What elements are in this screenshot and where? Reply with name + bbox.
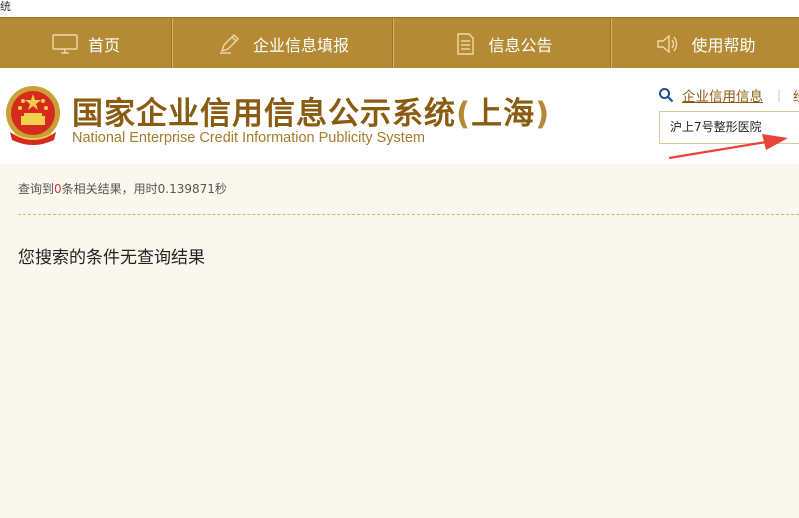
site-title-main: 国家企业信用信息公示系统: [72, 96, 456, 132]
document-icon: [452, 32, 478, 55]
nav-enterprise-report[interactable]: 企业信息填报: [173, 18, 394, 69]
main-nav: 首页 企业信息填报 信息公告 使用帮助: [0, 17, 799, 69]
more-link[interactable]: 经: [793, 86, 799, 105]
nav-help-label: 使用帮助: [691, 35, 756, 55]
nav-enterprise-report-label: 企业信息填报: [252, 35, 349, 55]
site-title-en: National Enterprise Credit Information P…: [72, 130, 425, 146]
nav-home-label: 首页: [87, 35, 120, 55]
result-count-number: 0: [54, 182, 62, 196]
nav-help[interactable]: 使用帮助: [612, 18, 799, 69]
no-result-message: 您搜索的条件无查询结果: [18, 248, 205, 268]
red-arrow-annotation: [668, 134, 788, 160]
site-title-paren-open: (: [456, 96, 472, 132]
nav-announcements[interactable]: 信息公告: [394, 18, 612, 69]
dashed-divider: [18, 214, 799, 215]
search-icon: [659, 88, 674, 103]
link-separator: |: [777, 88, 782, 102]
search-type-bar: 企业信用信息 | 经: [658, 85, 799, 105]
result-count: 查询到0条相关结果，用时0.139871秒: [18, 180, 227, 197]
result-count-prefix: 查询到: [18, 182, 55, 196]
pen-icon: [217, 33, 243, 55]
nav-home[interactable]: 首页: [0, 18, 173, 69]
result-count-suffix: 条相关结果，用时0.139871秒: [61, 182, 227, 196]
site-title-cn: 国家企业信用信息公示系统(上海): [72, 88, 550, 133]
national-emblem-icon: [6, 86, 60, 145]
site-title-region: 上海: [471, 96, 536, 132]
monitor-icon: [52, 33, 78, 55]
speaker-icon: [655, 33, 681, 55]
enterprise-credit-link[interactable]: 企业信用信息: [682, 85, 763, 105]
window-title-fragment: 统: [0, 0, 799, 17]
site-title-paren-close: ): [535, 96, 551, 132]
nav-announcements-label: 信息公告: [488, 35, 553, 55]
